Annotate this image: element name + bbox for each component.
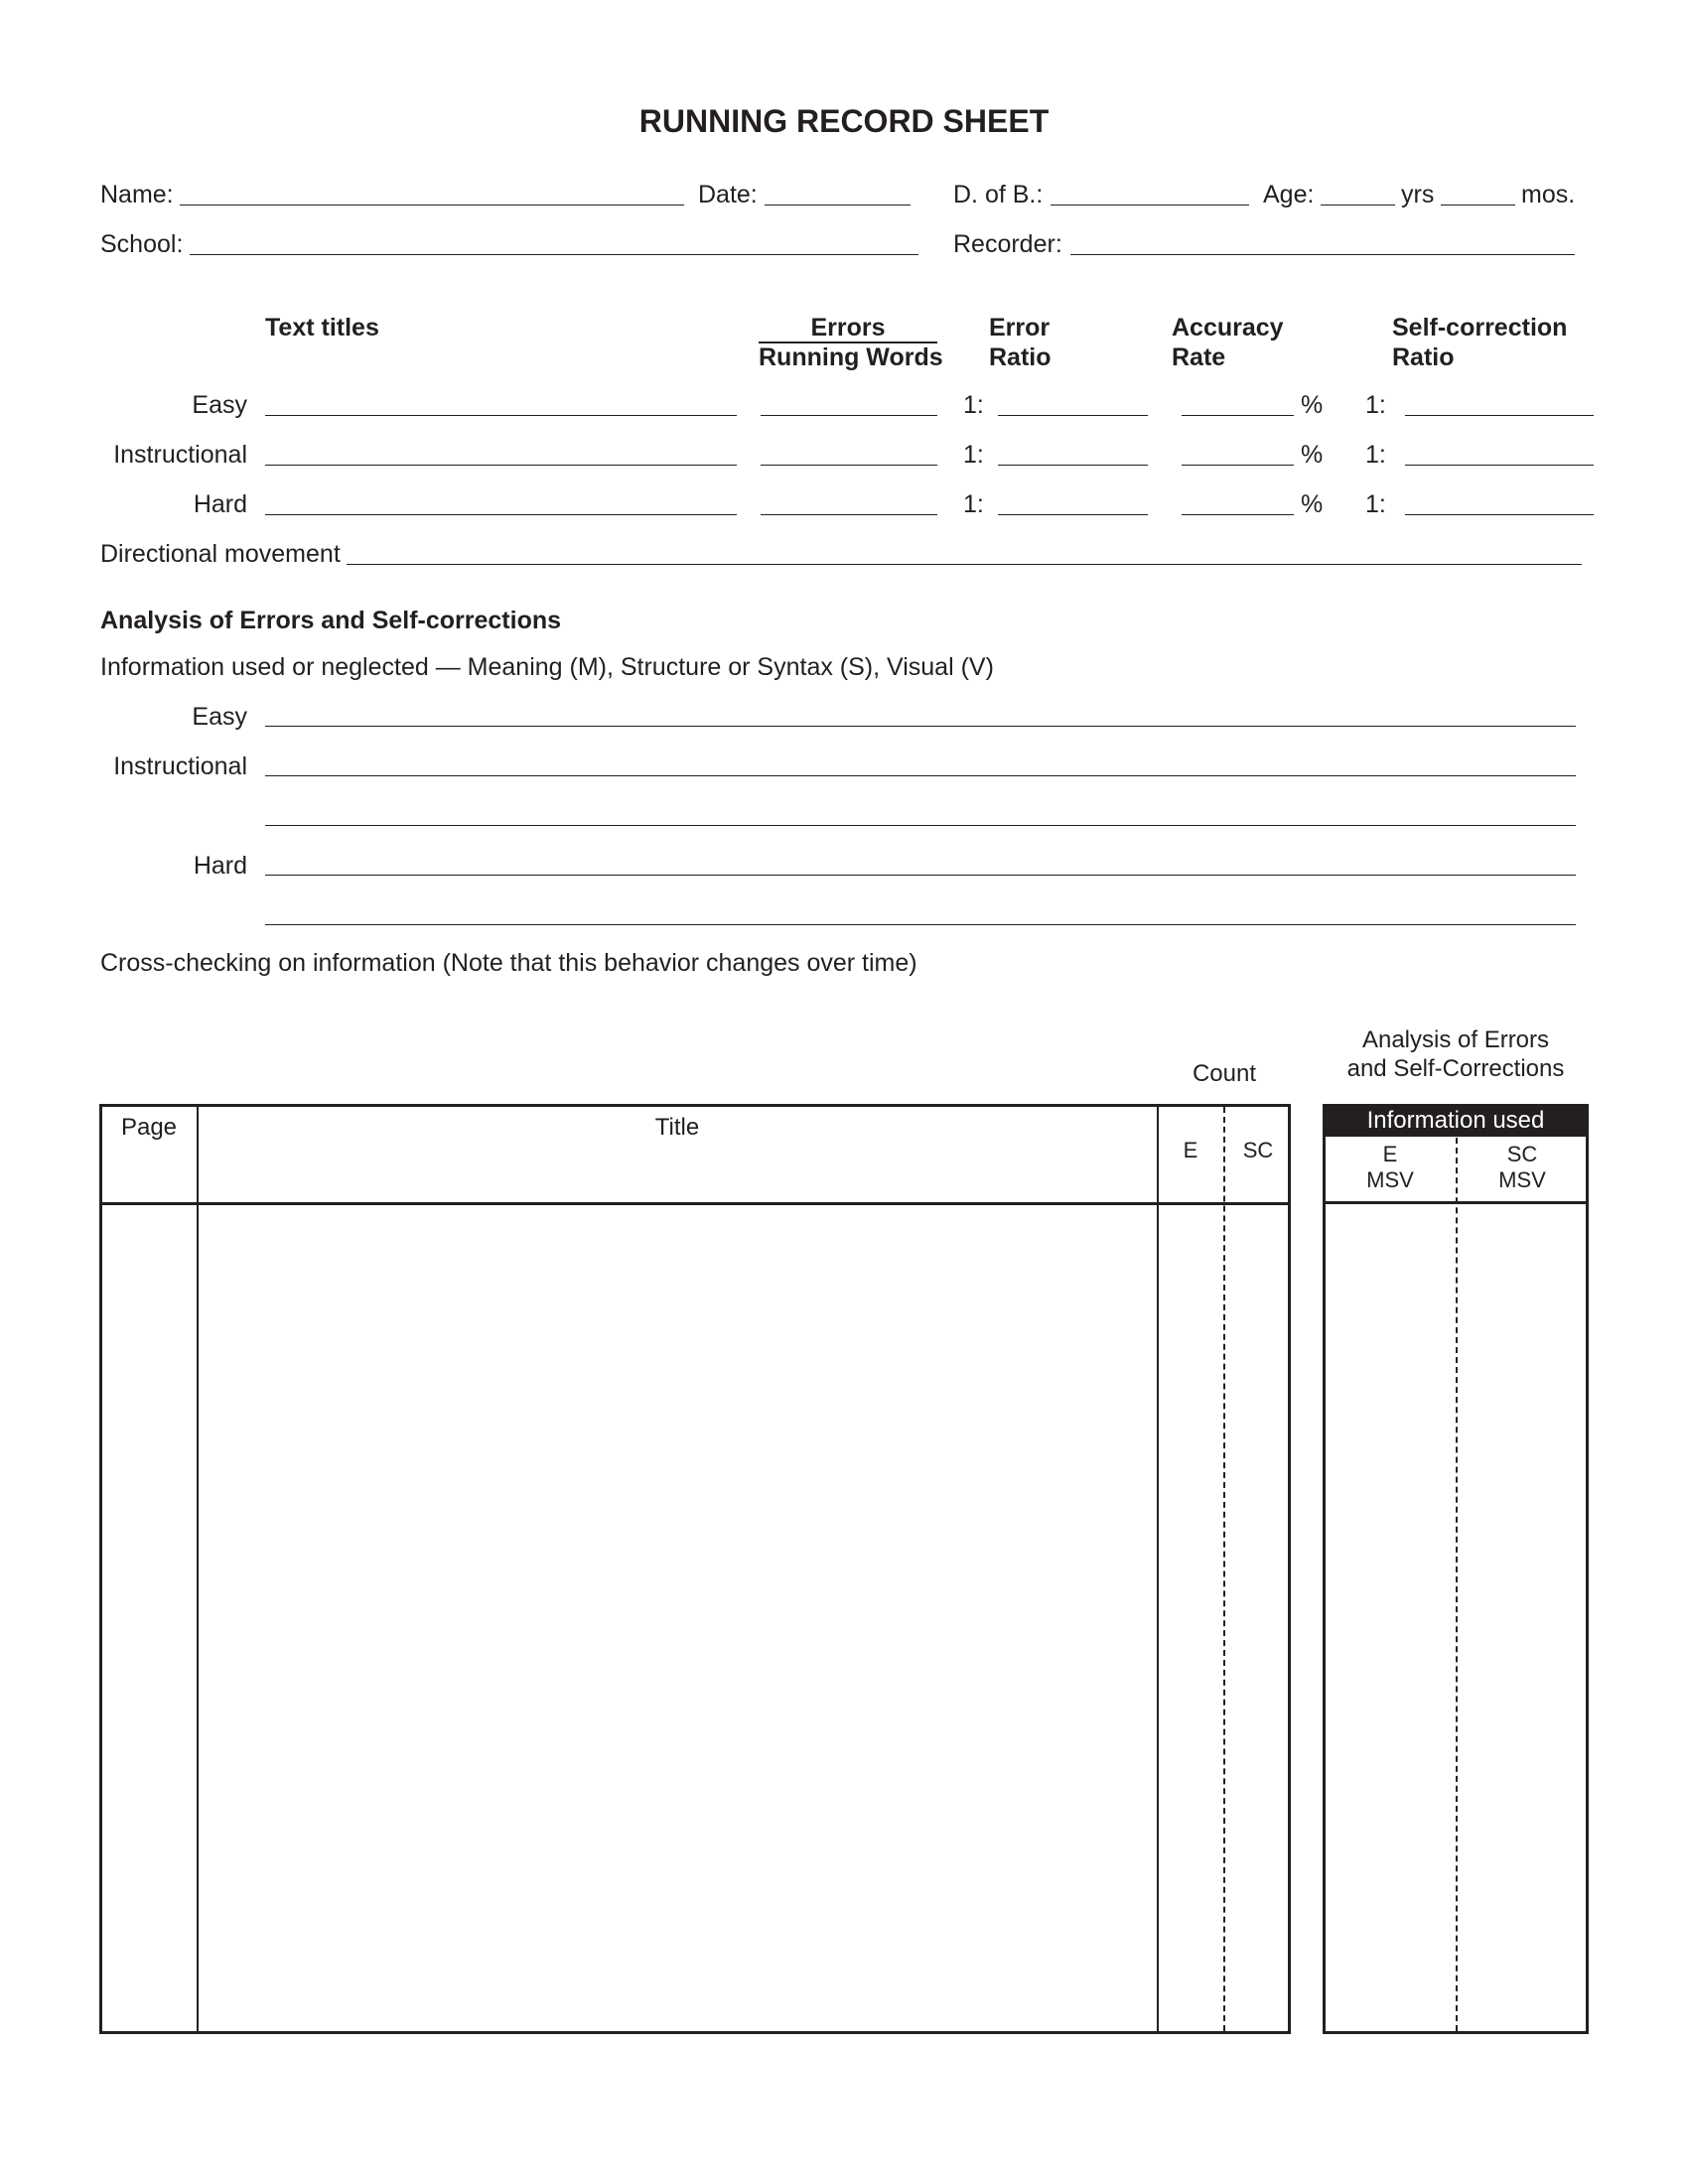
summary-instructional-error-ratio-prefix: 1: <box>963 441 984 469</box>
summary-hard-sc-ratio-prefix: 1: <box>1365 490 1386 518</box>
info-e-cell[interactable] <box>1326 1205 1455 2031</box>
summary-easy-sc-ratio-prefix: 1: <box>1365 391 1386 419</box>
summary-easy-errors-field[interactable] <box>761 415 937 416</box>
summary-easy-error-ratio-prefix: 1: <box>963 391 984 419</box>
recorder-label: Recorder: <box>953 230 1062 258</box>
summary-hard-label: Hard <box>193 490 247 518</box>
title-header: Title <box>654 1114 700 1141</box>
info-used-band: Information used <box>1323 1104 1589 1137</box>
summary-easy-error-ratio-field[interactable] <box>998 415 1148 416</box>
info-e-msv-label: MSV <box>1366 1167 1414 1193</box>
accuracy-header-1: Accuracy <box>1172 314 1284 341</box>
cross-checking-text: Cross-checking on information (Note that… <box>100 949 917 977</box>
info-sc-header: SC MSV <box>1458 1142 1587 1194</box>
info-used-text: Information used or neglected — Meaning … <box>100 653 994 681</box>
mos-label: mos. <box>1521 181 1576 208</box>
analysis-easy-label: Easy <box>192 703 247 731</box>
analysis-hard-label: Hard <box>193 852 247 880</box>
page-cell[interactable] <box>102 1206 197 2030</box>
school-label: School: <box>100 230 184 258</box>
analysis-heading: Analysis of Errors and Self-corrections <box>100 607 562 634</box>
count-sc-header: SC <box>1242 1138 1274 1162</box>
count-e-cell[interactable] <box>1160 1206 1222 2030</box>
text-titles-header: Text titles <box>265 314 379 341</box>
summary-instructional-sc-ratio-prefix: 1: <box>1365 441 1386 469</box>
analysis-instructional-field-1[interactable] <box>265 775 1576 776</box>
directional-field[interactable] <box>347 564 1582 565</box>
summary-hard-errors-field[interactable] <box>761 514 937 515</box>
page-column-divider <box>197 1104 199 2034</box>
analysis-instructional-field-2[interactable] <box>265 825 1576 826</box>
error-ratio-header-2: Ratio <box>989 343 1052 371</box>
summary-easy-label: Easy <box>192 391 247 419</box>
count-dashed-divider <box>1223 1107 1225 2031</box>
summary-easy-title-field[interactable] <box>265 415 737 416</box>
date-label: Date: <box>698 181 758 208</box>
analysis-label-1: Analysis of Errors <box>1361 1026 1550 1053</box>
info-e-label: E <box>1382 1142 1398 1166</box>
summary-easy-percent: % <box>1301 391 1324 419</box>
summary-easy-accuracy-field[interactable] <box>1182 415 1294 416</box>
yrs-label: yrs <box>1401 181 1435 208</box>
summary-hard-error-ratio-field[interactable] <box>998 514 1148 515</box>
summary-instructional-title-field[interactable] <box>265 465 737 466</box>
table-header-divider <box>99 1202 1291 1205</box>
summary-instructional-percent: % <box>1301 441 1324 469</box>
summary-instructional-label: Instructional <box>113 441 247 469</box>
errors-header: Errors <box>810 314 886 341</box>
info-header-divider <box>1323 1201 1589 1204</box>
sc-ratio-header-1: Self-correction <box>1392 314 1568 341</box>
page-title: RUNNING RECORD SHEET <box>638 103 1050 139</box>
name-label: Name: <box>100 181 174 208</box>
summary-hard-title-field[interactable] <box>265 514 737 515</box>
summary-easy-sc-ratio-field[interactable] <box>1405 415 1594 416</box>
page-header: Page <box>120 1114 178 1141</box>
summary-hard-error-ratio-prefix: 1: <box>963 490 984 518</box>
count-e-header: E <box>1183 1138 1198 1162</box>
info-e-header: E MSV <box>1326 1142 1455 1194</box>
summary-instructional-accuracy-field[interactable] <box>1182 465 1294 466</box>
info-dashed-divider <box>1456 1138 1458 2031</box>
analysis-label-2: and Self-Corrections <box>1346 1055 1565 1082</box>
title-cell[interactable] <box>200 1206 1156 2030</box>
analysis-instructional-label: Instructional <box>113 752 247 780</box>
analysis-hard-field-1[interactable] <box>265 875 1576 876</box>
error-ratio-header-1: Error <box>989 314 1051 341</box>
info-sc-msv-label: MSV <box>1498 1167 1546 1193</box>
summary-instructional-sc-ratio-field[interactable] <box>1405 465 1594 466</box>
info-sc-label: SC <box>1506 1142 1538 1166</box>
summary-instructional-error-ratio-field[interactable] <box>998 465 1148 466</box>
accuracy-header-2: Rate <box>1172 343 1226 371</box>
running-words-header: Running Words <box>759 343 943 371</box>
summary-hard-accuracy-field[interactable] <box>1182 514 1294 515</box>
school-field[interactable] <box>190 254 918 255</box>
count-sc-cell[interactable] <box>1227 1206 1288 2030</box>
info-sc-cell[interactable] <box>1459 1205 1586 2031</box>
recorder-field[interactable] <box>1070 254 1575 255</box>
count-column-divider <box>1157 1104 1159 2034</box>
sc-ratio-header-2: Ratio <box>1392 343 1455 371</box>
age-label: Age: <box>1263 181 1315 208</box>
analysis-easy-field[interactable] <box>265 726 1576 727</box>
dob-label: D. of B.: <box>953 181 1044 208</box>
summary-hard-percent: % <box>1301 490 1324 518</box>
summary-hard-sc-ratio-field[interactable] <box>1405 514 1594 515</box>
summary-instructional-errors-field[interactable] <box>761 465 937 466</box>
analysis-hard-field-2[interactable] <box>265 924 1576 925</box>
count-label: Count <box>1192 1060 1257 1087</box>
directional-label: Directional movement <box>100 540 341 568</box>
